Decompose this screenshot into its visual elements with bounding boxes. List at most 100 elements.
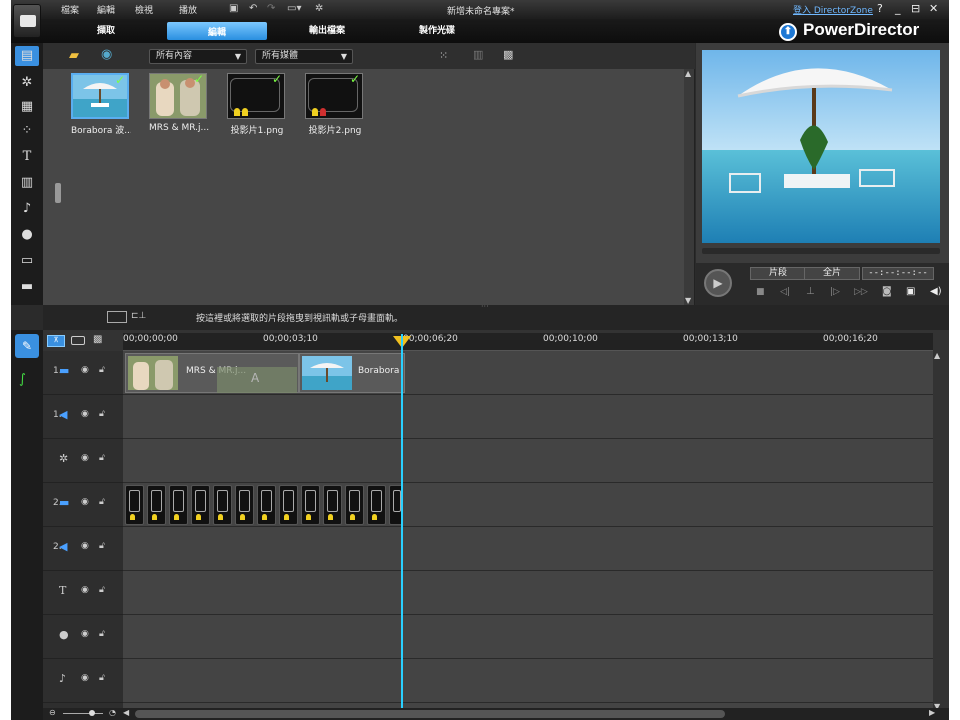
transition-block[interactable]: A <box>217 367 297 393</box>
pip-room-icon[interactable]: ▦ <box>15 97 39 117</box>
previous-frame-icon[interactable]: ◁| <box>780 287 790 297</box>
preview-seek-bar[interactable] <box>702 248 940 254</box>
lock-icon[interactable]: 🔓︎ <box>99 673 105 683</box>
eye-icon[interactable]: ◉ <box>81 585 89 595</box>
slide-frame-clip[interactable] <box>191 485 210 525</box>
subtitle-room-icon[interactable]: ▬ <box>15 277 39 297</box>
import-plugin-icon[interactable]: ▩ <box>503 48 513 61</box>
timeline-horizontal-scrollbar[interactable] <box>135 710 725 718</box>
content-filter-dropdown[interactable]: 所有內容 ▼ <box>149 49 247 64</box>
video-track-1[interactable]: MRS & MR.j... A Borabora <box>123 351 933 395</box>
slide-frame-clip[interactable] <box>301 485 320 525</box>
slide-frame-clip[interactable] <box>125 485 144 525</box>
audio-mixing-icon[interactable]: ♪ <box>15 199 39 219</box>
clip-borabora[interactable]: Borabora <box>299 353 405 393</box>
tab-edit[interactable]: 編輯 <box>167 22 267 40</box>
snapshot-icon[interactable]: ◙ <box>882 286 892 297</box>
grid-view-icon[interactable]: ⁙ <box>439 49 448 62</box>
lock-icon[interactable]: 🔓︎ <box>99 497 105 507</box>
library-item-borabora[interactable]: ✓ Borabora 波... <box>71 73 131 136</box>
scroll-right-icon[interactable]: ▶ <box>929 708 935 717</box>
menu-view[interactable]: 檢視 <box>135 3 153 16</box>
zoom-fit-icon[interactable]: ◔ <box>109 708 116 717</box>
media-filter-dropdown[interactable]: 所有媒體 ▼ <box>255 49 353 64</box>
voice-over-icon[interactable]: ● <box>15 225 39 245</box>
play-button[interactable]: ▶ <box>704 269 732 297</box>
menu-play[interactable]: 播放 <box>179 3 197 16</box>
next-frame-icon[interactable]: |▷ <box>830 287 840 297</box>
track-select-icon[interactable]: ⊼ <box>47 335 65 347</box>
voice-track[interactable] <box>123 615 933 659</box>
slide-frame-clip[interactable] <box>367 485 386 525</box>
zoom-slider-knob[interactable] <box>89 710 95 716</box>
scroll-down-icon[interactable]: ▼ <box>685 296 691 305</box>
timeline-view-icon[interactable]: ⊏⊥ <box>131 311 146 321</box>
detach-preview-icon[interactable]: ▣ <box>906 286 915 297</box>
eye-icon[interactable]: ◉ <box>81 629 89 639</box>
resize-grip-icon[interactable]: ··· <box>481 302 489 311</box>
tab-produce[interactable]: 輸出檔案 <box>309 23 345 36</box>
redo-icon[interactable]: ↷ <box>267 3 275 14</box>
close-button[interactable]: ✕ <box>929 2 938 15</box>
video-track-2[interactable] <box>123 483 933 527</box>
eye-icon[interactable]: ◉ <box>81 365 89 375</box>
timeline-tools-icon[interactable]: ✎ <box>15 334 39 358</box>
panel-collapse-handle[interactable] <box>55 183 61 203</box>
audio-track-2[interactable] <box>123 527 933 571</box>
scene-detect-icon[interactable]: ▥ <box>473 48 483 61</box>
lock-icon[interactable]: 🔓︎ <box>99 453 105 463</box>
lock-icon[interactable]: 🔓︎ <box>99 629 105 639</box>
lock-icon[interactable]: 🔓︎ <box>99 541 105 551</box>
library-scrollbar[interactable]: ▲ ▼ <box>684 69 694 305</box>
title-track[interactable] <box>123 571 933 615</box>
tab-capture[interactable]: 擷取 <box>97 23 115 36</box>
directorzone-login-link[interactable]: 登入 DirectorZone <box>793 3 873 16</box>
track-view-icon[interactable] <box>71 336 85 345</box>
eye-icon[interactable]: ◉ <box>81 497 89 507</box>
library-item-slide2[interactable]: ✓ 投影片2.png <box>305 73 365 136</box>
menu-edit[interactable]: 編輯 <box>97 3 115 16</box>
music-track[interactable] <box>123 659 933 703</box>
eye-icon[interactable]: ◉ <box>81 541 89 551</box>
eye-icon[interactable]: ◉ <box>81 453 89 463</box>
folder-open-icon[interactable]: ▰ <box>69 48 79 63</box>
storyboard-view-icon[interactable] <box>107 311 127 323</box>
stop-icon[interactable]: ■ <box>756 287 765 297</box>
slide-frame-clip[interactable] <box>213 485 232 525</box>
lock-icon[interactable]: 🔓︎ <box>99 365 105 375</box>
slide-frame-clip[interactable] <box>279 485 298 525</box>
media-room-icon[interactable]: ▤ <box>15 46 39 66</box>
eye-icon[interactable]: ◉ <box>81 409 89 419</box>
eye-icon[interactable]: ◉ <box>81 673 89 683</box>
split-icon[interactable]: ⊥ <box>806 286 815 297</box>
lock-icon[interactable]: 🔓︎ <box>99 409 105 419</box>
slide-frame-clip[interactable] <box>235 485 254 525</box>
clip-mode-button[interactable]: 片段 <box>750 267 806 280</box>
zoom-out-icon[interactable]: ⊖ <box>49 708 56 717</box>
help-button[interactable]: ? <box>877 2 883 15</box>
timeline-vertical-scrollbar[interactable]: ▲ ▼ <box>933 351 943 711</box>
zoom-slider[interactable] <box>63 713 103 714</box>
scroll-up-icon[interactable]: ▲ <box>934 351 940 360</box>
library-item-slide1[interactable]: ✓ 投影片1.png <box>227 73 287 136</box>
particle-room-icon[interactable]: ⁘ <box>15 121 39 141</box>
scroll-up-icon[interactable]: ▲ <box>685 69 691 78</box>
audio-track-1[interactable] <box>123 395 933 439</box>
fast-forward-icon[interactable]: ▷▷ <box>854 287 868 297</box>
timeline-ruler[interactable]: 00;00;00;00 00;00;03;10 00;00;06;20 00;0… <box>123 333 933 351</box>
movie-mode-button[interactable]: 全片 <box>804 267 860 280</box>
aspect-ratio-icon[interactable]: ▭▾ <box>287 3 301 14</box>
restore-button[interactable]: ⊟ <box>911 2 920 15</box>
transition-room-icon[interactable]: ▥ <box>15 173 39 193</box>
volume-icon[interactable]: ◀) <box>930 286 942 297</box>
tab-create-disc[interactable]: 製作光碟 <box>419 23 455 36</box>
slide-frame-clip[interactable] <box>169 485 188 525</box>
lock-icon[interactable]: 🔓︎ <box>99 585 105 595</box>
undo-icon[interactable]: ↶ <box>249 3 257 14</box>
audio-tool-icon[interactable]: ∫ <box>19 372 26 387</box>
title-room-icon[interactable]: T <box>15 147 39 167</box>
library-item-mrs-mr[interactable]: ✓ MRS & MR.j... <box>149 73 209 133</box>
scroll-left-icon[interactable]: ◀ <box>123 708 129 717</box>
chapter-room-icon[interactable]: ▭ <box>15 251 39 271</box>
slide-frame-clip[interactable] <box>345 485 364 525</box>
